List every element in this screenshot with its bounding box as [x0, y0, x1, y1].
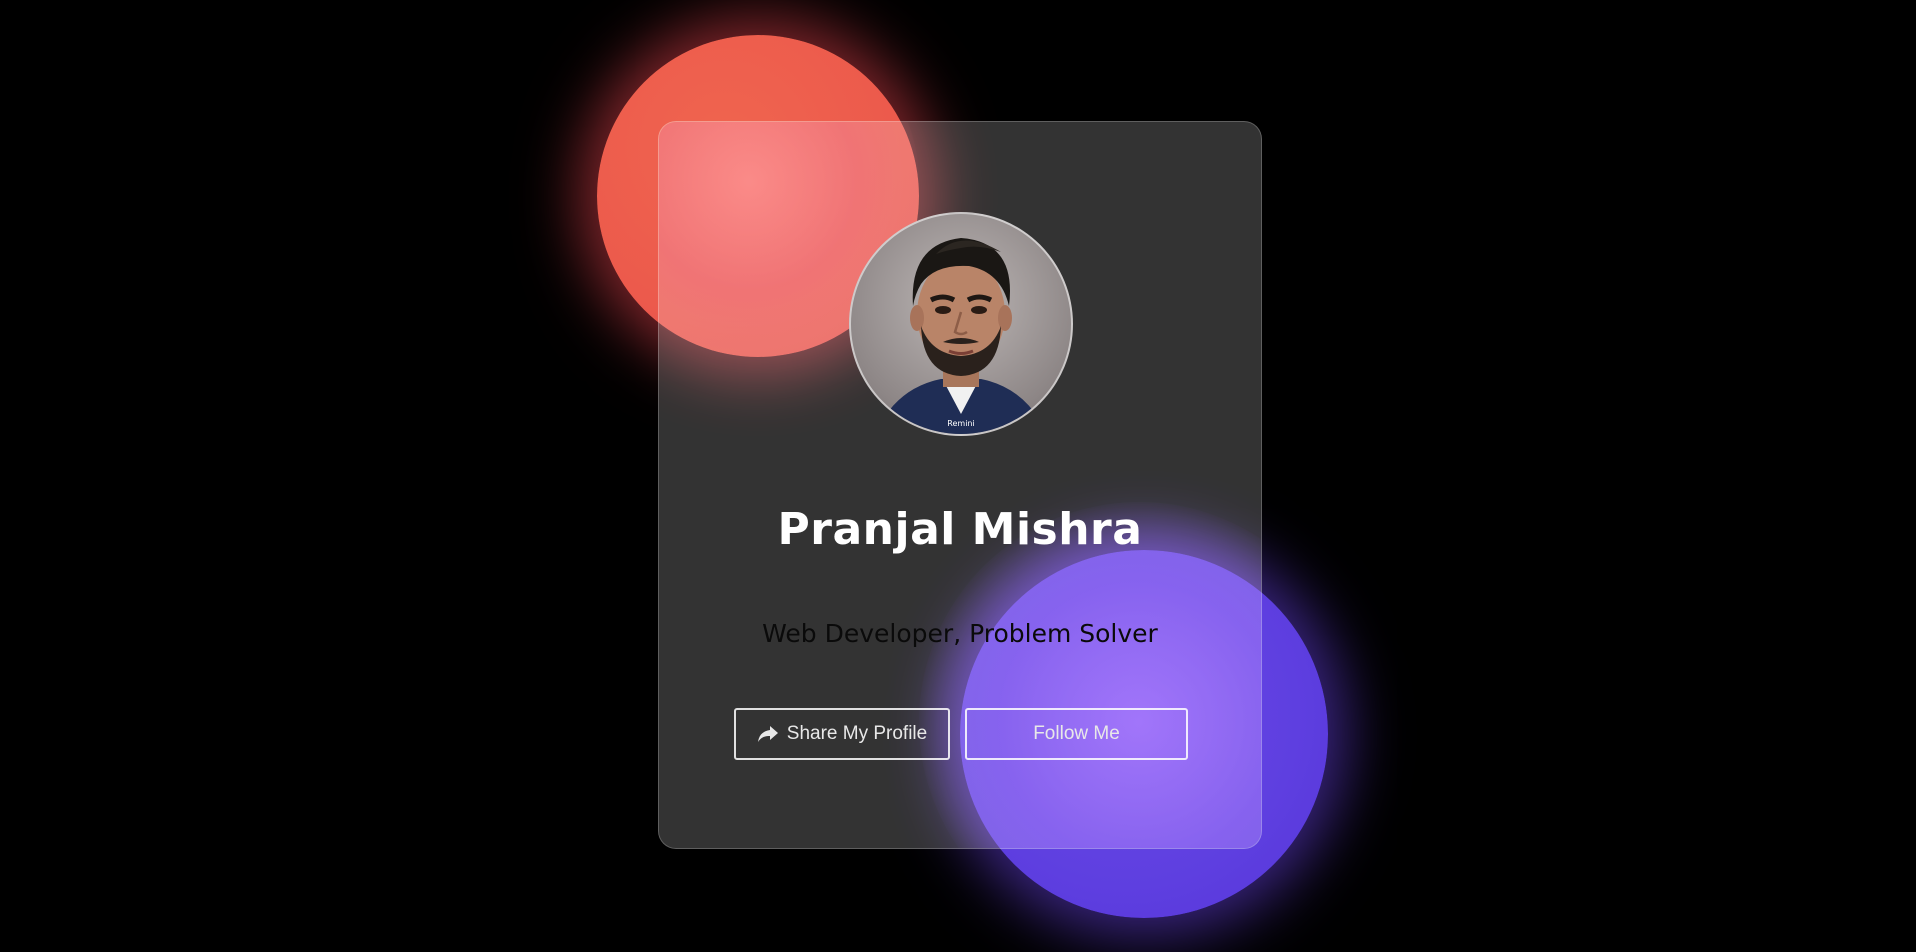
share-profile-label: Share My Profile: [786, 723, 928, 744]
avatar: Remini: [849, 212, 1073, 436]
share-profile-button[interactable]: Share My Profile: [734, 708, 950, 760]
page-background: Remini Pranjal Mishra Web Developer, Pro…: [0, 0, 1916, 952]
avatar-caption: Remini: [947, 419, 974, 428]
follow-button[interactable]: Follow Me: [965, 708, 1188, 760]
avatar-portrait: Remini: [875, 238, 1047, 434]
profile-card: Remini Pranjal Mishra Web Developer, Pro…: [658, 121, 1262, 849]
profile-name: Pranjal Mishra: [777, 504, 1143, 555]
profile-tagline: Web Developer, Problem Solver: [762, 619, 1158, 648]
follow-label: Follow Me: [1033, 723, 1120, 744]
share-arrow-icon: [757, 725, 779, 743]
